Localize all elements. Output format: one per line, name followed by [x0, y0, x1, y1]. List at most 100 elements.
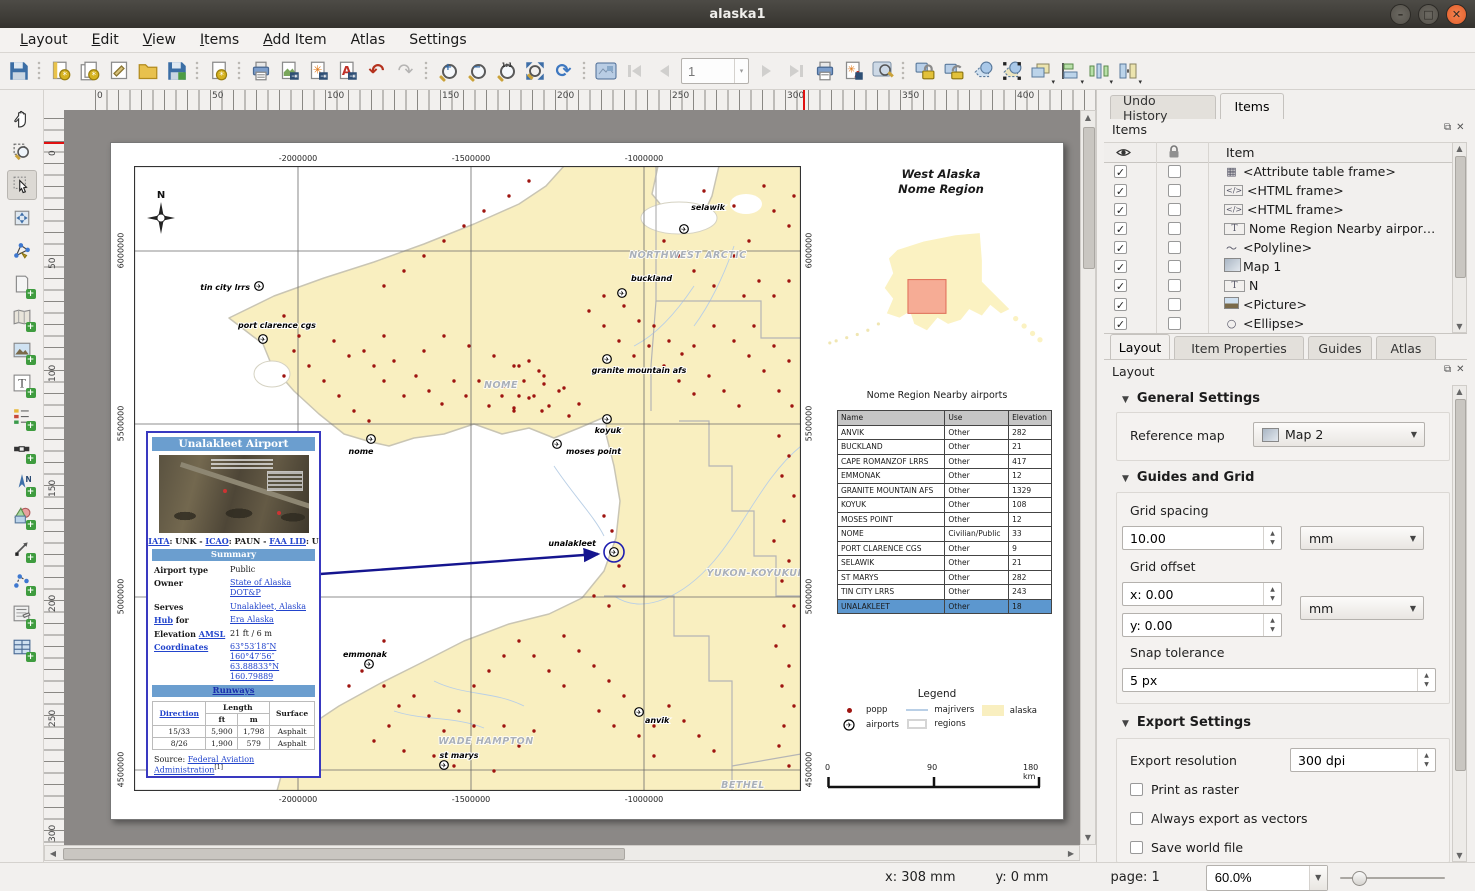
export-svg-button[interactable]: ✳⇥ [304, 57, 333, 86]
close-button[interactable]: ✕ [1446, 4, 1467, 25]
close-panel-icon[interactable]: ✕ [1456, 364, 1464, 375]
menu-atlas[interactable]: Atlas [341, 30, 396, 50]
item-row-picture[interactable]: ✓ <Picture> [1104, 295, 1448, 314]
menu-settings[interactable]: Settings [399, 30, 476, 50]
horizontal-scrollbar[interactable]: ◀▶ [44, 845, 1080, 861]
save-world-file-checkbox[interactable] [1130, 841, 1143, 854]
layout-panel-scrollbar[interactable]: ▲▼ [1452, 385, 1467, 862]
add-arrow-tool[interactable] [7, 533, 37, 563]
tab-undo-history[interactable]: Undo History [1110, 95, 1216, 119]
hub-for-link[interactable]: Era Alaska [230, 615, 274, 624]
print-as-raster-checkbox[interactable] [1130, 783, 1143, 796]
overview-title-label[interactable]: West Alaska Nome Region [851, 167, 1031, 197]
coordinates-link[interactable]: Coordinates [154, 642, 208, 652]
overview-map-2[interactable] [823, 231, 1051, 363]
grid-spacing-unit-combo[interactable]: mm ▼ [1300, 526, 1424, 550]
atlas-page-spinner[interactable]: ▾ [681, 58, 749, 84]
spinner-arrows[interactable]: ▲▼ [1417, 749, 1435, 771]
new-layout-button[interactable]: * [46, 57, 75, 86]
always-export-vectors-checkbox[interactable] [1130, 812, 1143, 825]
add-legend-tool[interactable] [7, 401, 37, 431]
lock-checkbox[interactable] [1168, 184, 1181, 197]
maximize-button[interactable]: □ [1418, 4, 1439, 25]
duplicate-layout-button[interactable]: * [75, 57, 104, 86]
add-scalebar-tool[interactable] [7, 434, 37, 464]
items-scrollbar[interactable]: ▲▼ [1452, 142, 1467, 333]
item-row-html-frame[interactable]: ✓ </><HTML frame> [1104, 200, 1448, 219]
add-map-tool[interactable] [7, 302, 37, 332]
item-row-polyline[interactable]: ✓ 〜<Polyline> [1104, 238, 1448, 257]
layout-manager-button[interactable] [104, 57, 133, 86]
redo-button[interactable]: ↷ [391, 57, 420, 86]
save-world-file-row[interactable]: Save world file [1130, 840, 1243, 855]
float-panel-icon[interactable]: ⧉ [1444, 122, 1451, 133]
snap-tolerance-spinner[interactable]: ▲▼ [1122, 668, 1436, 692]
zoom-level-input[interactable] [1207, 869, 1309, 886]
export-settings-header[interactable]: ▼Export Settings [1122, 715, 1251, 730]
menu-view[interactable]: View [133, 30, 186, 50]
add-north-arrow-tool[interactable]: N [7, 467, 37, 497]
atlas-page-dropdown[interactable]: ▾ [734, 59, 748, 83]
raise-items-button[interactable]: ▾ [1026, 57, 1055, 86]
pan-tool[interactable] [7, 104, 37, 134]
resize-items-button[interactable]: ▾ [1113, 57, 1142, 86]
add-from-template-button[interactable]: * [204, 57, 233, 86]
grid-offset-y-spinner[interactable]: ▲▼ [1122, 613, 1282, 637]
atlas-next-button[interactable] [752, 57, 781, 86]
visibility-checkbox[interactable]: ✓ [1114, 241, 1127, 254]
visibility-checkbox[interactable]: ✓ [1114, 298, 1127, 311]
menu-add-item[interactable]: Add Item [253, 30, 336, 50]
save-layout-button[interactable] [162, 57, 191, 86]
lock-checkbox[interactable] [1168, 222, 1181, 235]
add-node-item-tool[interactable] [7, 566, 37, 596]
spinner-arrows[interactable]: ▲▼ [1417, 669, 1435, 691]
layout-scrollbar-thumb[interactable] [1455, 399, 1466, 771]
close-panel-icon[interactable]: ✕ [1456, 122, 1464, 133]
layout-canvas[interactable]: NORTHWEST ARCTIC NOME YUKON-KOYUKUK WADE… [64, 110, 1080, 845]
lock-checkbox[interactable] [1168, 165, 1181, 178]
atlas-first-button[interactable] [620, 57, 649, 86]
reference-map-combo[interactable]: Map 2 ▼ [1253, 422, 1425, 447]
grid-offset-y-input[interactable] [1123, 617, 1263, 634]
lock-checkbox[interactable] [1168, 260, 1181, 273]
lock-items-button[interactable] [910, 57, 939, 86]
horizontal-scrollbar-thumb[interactable] [63, 848, 625, 860]
export-pdf-button[interactable]: A⇥ [333, 57, 362, 86]
refresh-button[interactable]: ⟳ [549, 57, 578, 86]
distribute-items-button[interactable]: ▾ [1084, 57, 1113, 86]
zoom-actual-button[interactable]: 1:1 [491, 57, 520, 86]
airports-table-title[interactable]: Nome Region Nearby airports [827, 390, 1047, 401]
serves-link[interactable]: Unalakleet, Alaska [230, 602, 306, 611]
atlas-settings-button[interactable] [868, 57, 897, 86]
atlas-page-input[interactable] [682, 63, 734, 80]
zoom-tool[interactable] [7, 137, 37, 167]
atlas-prev-button[interactable] [649, 57, 678, 86]
runways-link[interactable]: Runways [213, 686, 255, 696]
zoom-in-button[interactable]: + [433, 57, 462, 86]
iata-link[interactable]: IATA [148, 536, 169, 546]
icao-link[interactable]: ICAO [205, 536, 228, 546]
zoom-level-combo[interactable]: ▼ [1206, 865, 1328, 891]
tab-item-properties[interactable]: Item Properties [1174, 336, 1304, 360]
always-vectors-row[interactable]: Always export as vectors [1130, 811, 1308, 826]
edit-nodes-tool[interactable] [7, 236, 37, 266]
add-shape-tool[interactable] [7, 500, 37, 530]
visibility-checkbox[interactable]: ✓ [1114, 260, 1127, 273]
faa-lid-link[interactable]: FAA LID [269, 536, 306, 546]
spinner-arrows[interactable]: ▲▼ [1263, 583, 1281, 605]
save-project-button[interactable] [4, 57, 33, 86]
vertical-scrollbar[interactable]: ▲▼ [1080, 110, 1096, 845]
visibility-checkbox[interactable]: ✓ [1114, 203, 1127, 216]
deselect-all-button[interactable] [997, 57, 1026, 86]
open-folder-button[interactable] [133, 57, 162, 86]
add-picture-tool[interactable] [7, 335, 37, 365]
item-row-map1[interactable]: ✓ Map 1 [1104, 257, 1448, 276]
align-items-button[interactable]: ▾ [1055, 57, 1084, 86]
tab-guides[interactable]: Guides [1308, 336, 1372, 360]
coords-dms-link[interactable]: 63°53′18″N 160°47′56″ [230, 642, 276, 661]
visibility-checkbox[interactable]: ✓ [1114, 184, 1127, 197]
hub-link[interactable]: Hub [154, 615, 173, 625]
grid-offset-unit-combo[interactable]: mm ▼ [1300, 596, 1424, 620]
airport-info-html-frame[interactable]: Unalakleet Airport IATA: UNK - ICAO: PAU… [146, 431, 321, 778]
select-move-item-tool[interactable] [7, 170, 37, 200]
